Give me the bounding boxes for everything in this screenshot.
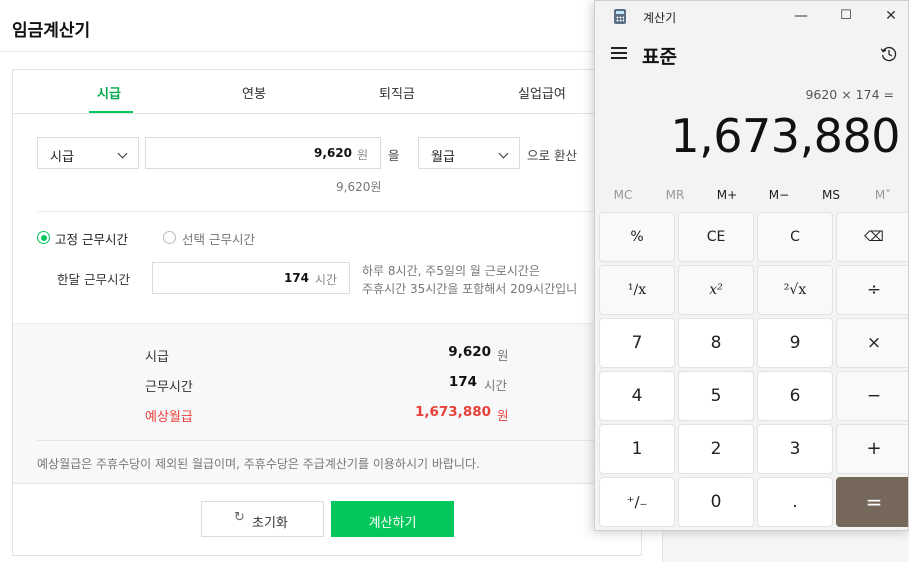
memory-row: MC MR M+ M− MS M˅ <box>595 183 908 207</box>
hours-note-line1: 하루 8시간, 주5일의 월 근로시간은 <box>362 264 540 278</box>
digit-6-button[interactable]: 6 <box>757 371 833 421</box>
tab-severance[interactable]: 퇴직금 <box>379 83 415 102</box>
monthly-hours-label: 한달 근무시간 <box>57 272 130 287</box>
digit-9-button[interactable]: 9 <box>757 318 833 368</box>
hamburger-menu-icon[interactable] <box>611 46 627 60</box>
memory-store-button[interactable]: MS <box>805 188 857 202</box>
digit-2-button[interactable]: 2 <box>678 424 754 474</box>
summary-value-hours: 174 <box>448 374 477 390</box>
square-button[interactable]: x² <box>678 265 754 315</box>
hours-note-line2: 주휴시간 35시간을 포함해서 209시간입니 <box>362 282 578 296</box>
equals-button[interactable]: = <box>836 477 908 527</box>
digit-4-button[interactable]: 4 <box>599 371 675 421</box>
memory-add-button[interactable]: M+ <box>701 188 753 202</box>
amount-input[interactable]: 9,620 원 <box>145 137 381 169</box>
maximize-icon[interactable]: ☐ <box>836 6 856 26</box>
optional-hours-label[interactable]: 선택 근무시간 <box>182 229 255 248</box>
reciprocal-button[interactable]: ¹∕x <box>599 265 675 315</box>
decimal-point-button[interactable]: . <box>757 477 833 527</box>
tab-bar: 시급 연봉 퇴직금 실업급여 <box>13 70 641 114</box>
calculate-button[interactable]: 계산하기 <box>331 501 454 537</box>
digit-7-button[interactable]: 7 <box>599 318 675 368</box>
to-unit-value: 월급 <box>431 150 455 165</box>
summary-divider <box>37 440 641 441</box>
to-unit-select[interactable]: 월급 <box>418 137 520 169</box>
summary-value-hourly: 9,620 <box>448 344 491 360</box>
clear-entry-button[interactable]: CE <box>678 212 754 262</box>
calculator-app-icon <box>614 9 626 24</box>
square-root-button[interactable]: ²√x <box>757 265 833 315</box>
digit-0-button[interactable]: 0 <box>678 477 754 527</box>
add-button[interactable]: + <box>836 424 908 474</box>
reset-button-label: 초기화 <box>252 516 288 531</box>
section-divider <box>37 211 641 212</box>
calculate-button-label: 계산하기 <box>368 516 417 531</box>
monthly-hours-unit: 시간 <box>314 273 337 287</box>
chevron-down-icon <box>498 148 509 159</box>
memory-clear-button[interactable]: MC <box>597 188 649 202</box>
calculator-window: 계산기 — ☐ ✕ 표준 9620 × 174 = 1,673,880 MC M… <box>594 0 909 531</box>
summary-unit-hours: 시간 <box>484 378 508 393</box>
subtract-button[interactable]: − <box>836 371 908 421</box>
digit-1-button[interactable]: 1 <box>599 424 675 474</box>
convert-suffix-label: 으로 환산 <box>527 148 577 163</box>
buttons-divider <box>13 483 641 484</box>
monthly-hours-input[interactable]: 174 시간 <box>152 262 350 294</box>
summary-notice: 예상월급은 주휴수당이 제외된 월급이며, 주휴수당은 주급계산기를 이용하시기… <box>37 457 480 471</box>
refresh-icon: ↻ <box>234 510 245 525</box>
monthly-hours-value: 174 <box>283 271 309 285</box>
summary-label-hours: 근무시간 <box>145 380 193 395</box>
calculator-mode-title: 표준 <box>642 46 677 68</box>
divide-button[interactable]: ÷ <box>836 265 908 315</box>
tab-annual[interactable]: 연봉 <box>242 83 266 102</box>
memory-subtract-button[interactable]: M− <box>753 188 805 202</box>
fixed-hours-label[interactable]: 고정 근무시간 <box>55 229 128 248</box>
summary-unit-hourly: 원 <box>497 348 509 363</box>
digit-8-button[interactable]: 8 <box>678 318 754 368</box>
summary-unit-monthly: 원 <box>497 408 509 423</box>
memory-recall-button[interactable]: MR <box>649 188 701 202</box>
from-unit-value: 시급 <box>50 150 74 165</box>
expression-display: 9620 × 174 = <box>805 87 894 102</box>
amount-unit: 원 <box>356 148 368 162</box>
fixed-hours-radio[interactable] <box>37 231 50 244</box>
summary-label-hourly: 시급 <box>145 350 169 365</box>
minimize-icon[interactable]: — <box>791 6 811 26</box>
history-icon[interactable] <box>880 45 898 63</box>
summary-value-monthly: 1,673,880 <box>414 404 491 420</box>
calculator-card: 시급 연봉 퇴직금 실업급여 시급 9,620 원 을 월급 으로 환산 9,6… <box>12 69 642 556</box>
digit-3-button[interactable]: 3 <box>757 424 833 474</box>
tab-hourly[interactable]: 시급 <box>97 83 121 102</box>
reset-button[interactable]: ↻ 초기화 <box>201 501 324 537</box>
window-title: 계산기 <box>643 11 677 25</box>
page-title: 임금계산기 <box>12 21 91 41</box>
digit-5-button[interactable]: 5 <box>678 371 754 421</box>
active-tab-indicator <box>89 111 133 113</box>
result-summary: 시급 9,620 원 근무시간 174 시간 예상월급 1,673,880 원 … <box>13 323 641 483</box>
result-display: 1,673,880 <box>670 109 900 163</box>
memory-list-button[interactable]: M˅ <box>857 188 908 202</box>
close-icon[interactable]: ✕ <box>881 6 901 26</box>
summary-label-monthly: 예상월급 <box>145 410 193 425</box>
amount-hint: 9,620원 <box>336 180 382 194</box>
tab-unemployment[interactable]: 실업급여 <box>518 83 566 102</box>
clear-button[interactable]: C <box>757 212 833 262</box>
particle-label: 을 <box>388 148 400 163</box>
from-unit-select[interactable]: 시급 <box>37 137 139 169</box>
negate-button[interactable]: ⁺∕₋ <box>599 477 675 527</box>
optional-hours-radio[interactable] <box>163 231 176 244</box>
percent-button[interactable]: % <box>599 212 675 262</box>
chevron-down-icon <box>117 148 128 159</box>
multiply-button[interactable]: × <box>836 318 908 368</box>
backspace-icon[interactable]: ⌫ <box>836 212 908 262</box>
amount-value: 9,620 <box>314 146 352 160</box>
